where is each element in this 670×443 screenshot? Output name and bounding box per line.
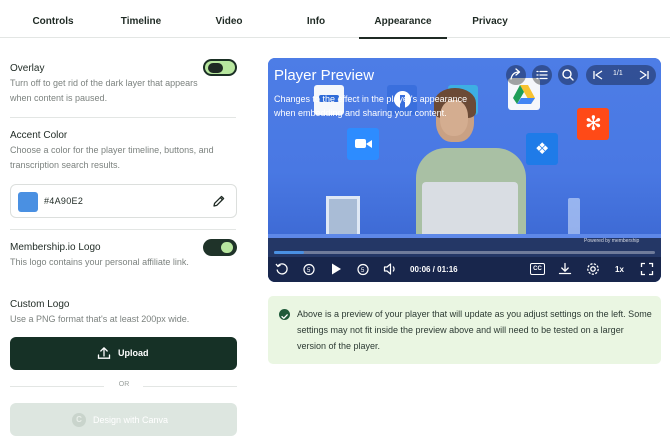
overlay-toggle[interactable] — [203, 59, 237, 76]
accent-color-value: #4A90E2 — [44, 196, 84, 206]
tab-video[interactable]: Video — [198, 0, 260, 38]
color-swatch[interactable] — [18, 192, 38, 212]
playlist-pager: 1/1 — [586, 65, 656, 85]
divider — [10, 117, 236, 118]
upload-button[interactable]: Upload — [10, 337, 237, 370]
player-control-bar: 5 5 00:06 / 01:16 CC 1x — [268, 257, 661, 282]
page-indicator: 1/1 — [613, 70, 623, 77]
svg-text:5: 5 — [307, 268, 311, 274]
share-icon — [510, 68, 521, 80]
rewind-icon[interactable]: 5 — [301, 261, 317, 277]
custom-logo-label: Custom Logo — [10, 299, 70, 310]
membership-logo-description: This logo contains your personal affilia… — [10, 257, 189, 267]
check-circle-icon — [279, 309, 290, 320]
player-description: Changes to the effect in the player's ap… — [274, 94, 468, 118]
or-label: OR — [118, 381, 130, 388]
captions-label: CC — [533, 266, 542, 272]
player-preview[interactable]: V ✻ ❖ Player Preview Changes to the effe… — [268, 58, 661, 282]
laptop — [422, 182, 518, 242]
player-title: Player Preview — [274, 67, 375, 84]
glass-bottle — [568, 198, 580, 238]
search-button[interactable] — [558, 65, 578, 85]
accent-color-description: Choose a color for the player timeline, … — [10, 145, 214, 170]
progress-bar[interactable] — [274, 251, 655, 254]
upload-button-label: Upload — [118, 348, 149, 358]
zapier-icon: ✻ — [577, 108, 609, 140]
settings-tabs: Controls Timeline Video Info Appearance … — [0, 0, 670, 39]
overlay-description: Turn off to get rid of the dark layer th… — [10, 78, 198, 103]
tab-info[interactable]: Info — [285, 0, 347, 38]
chapters-button[interactable] — [532, 65, 552, 85]
playback-speed[interactable]: 1x — [615, 265, 624, 274]
volume-icon[interactable] — [382, 261, 398, 277]
play-icon[interactable] — [328, 261, 344, 277]
fullscreen-icon[interactable] — [639, 261, 655, 277]
search-icon — [562, 69, 574, 81]
download-icon[interactable] — [557, 261, 573, 277]
membership-logo-toggle[interactable] — [203, 239, 237, 256]
list-icon — [536, 70, 548, 80]
design-with-canva-button[interactable]: C Design with Canva — [10, 403, 237, 436]
or-separator: OR — [10, 381, 237, 391]
zoom-icon — [347, 128, 379, 160]
captions-button[interactable]: CC — [530, 263, 545, 275]
share-button[interactable] — [506, 65, 526, 85]
pencil-icon[interactable] — [212, 194, 226, 208]
preview-info-box: Above is a preview of your player that w… — [268, 296, 661, 364]
skip-previous-icon[interactable] — [591, 68, 605, 82]
membership-logo-label: Membership.io Logo — [10, 242, 101, 253]
powered-by-label: Powered by membership — [584, 238, 640, 244]
progress-fill — [274, 251, 305, 254]
tab-controls[interactable]: Controls — [22, 0, 84, 38]
settings-gear-icon[interactable] — [585, 261, 601, 277]
tab-privacy[interactable]: Privacy — [459, 0, 521, 38]
skip-next-icon[interactable] — [637, 68, 651, 82]
accent-color-label: Accent Color — [10, 130, 68, 141]
custom-logo-description: Use a PNG format that's at least 200px w… — [10, 314, 190, 324]
tab-appearance[interactable]: Appearance — [359, 0, 447, 39]
canva-button-label: Design with Canva — [93, 415, 169, 425]
divider — [10, 229, 236, 230]
svg-text:5: 5 — [361, 268, 365, 274]
overlay-label: Overlay — [10, 63, 45, 74]
picture-frame — [326, 196, 360, 238]
appearance-settings-panel: Overlay Turn off to get rid of the dark … — [0, 38, 250, 443]
accent-color-field[interactable]: #4A90E2 — [10, 184, 237, 218]
restart-icon[interactable] — [274, 261, 290, 277]
preview-info-text: Above is a preview of your player that w… — [297, 309, 652, 351]
forward-icon[interactable]: 5 — [355, 261, 371, 277]
canva-icon: C — [72, 413, 86, 427]
playback-time: 00:06 / 01:16 — [410, 265, 458, 274]
dropbox-icon: ❖ — [526, 133, 558, 165]
tab-timeline[interactable]: Timeline — [110, 0, 172, 38]
upload-icon — [97, 347, 111, 359]
